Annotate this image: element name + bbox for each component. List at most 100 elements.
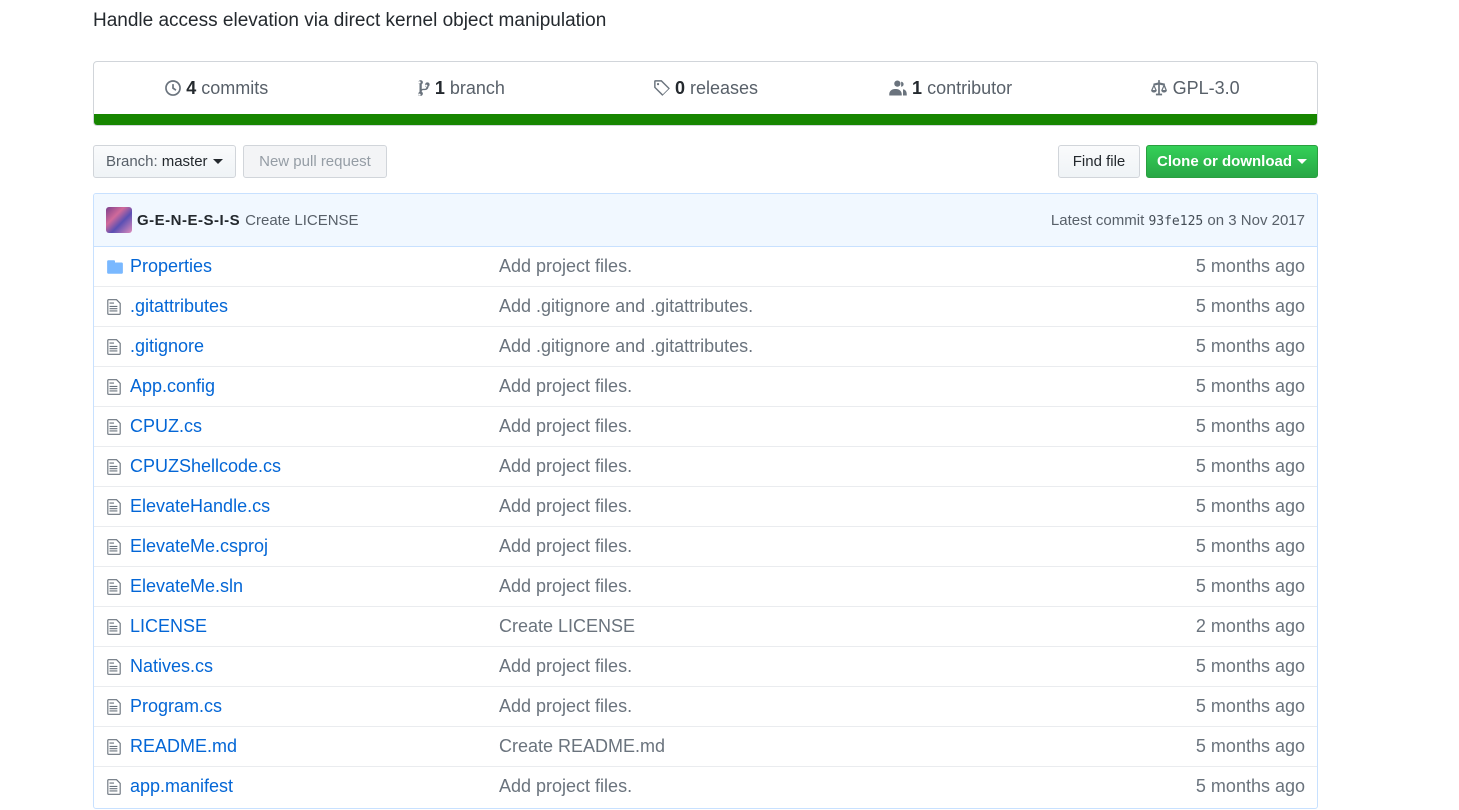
branch-select-label: Branch: bbox=[106, 153, 158, 170]
file-name-link[interactable]: .gitattributes bbox=[130, 296, 228, 317]
commits-count: 4 bbox=[186, 77, 197, 98]
commit-message-link[interactable]: Add project files. bbox=[499, 456, 632, 477]
file-list: G-E-N-E-S-I-S Create LICENSE Latest comm… bbox=[93, 193, 1318, 809]
table-row[interactable]: LICENSE Create LICENSE 2 months ago bbox=[94, 606, 1317, 646]
repo-description: Handle access elevation via direct kerne… bbox=[93, 10, 607, 31]
commit-message-link[interactable]: Add project files. bbox=[499, 576, 632, 597]
contributors-count: 1 bbox=[912, 77, 923, 98]
commit-age: 5 months ago bbox=[1195, 656, 1305, 676]
file-name-link[interactable]: App.config bbox=[130, 376, 215, 397]
license-link[interactable]: GPL-3.0 bbox=[1072, 62, 1317, 114]
new-pull-request-button[interactable]: New pull request bbox=[243, 145, 387, 178]
commit-message-link[interactable]: Add project files. bbox=[499, 536, 632, 557]
table-row[interactable]: README.md Create README.md 5 months ago bbox=[94, 726, 1317, 766]
commit-message[interactable]: Create LICENSE bbox=[245, 212, 358, 229]
avatar[interactable] bbox=[106, 207, 132, 233]
commit-message-link[interactable]: Add .gitignore and .gitattributes. bbox=[499, 296, 753, 317]
table-row[interactable]: ElevateMe.csproj Add project files. 5 mont… bbox=[94, 526, 1317, 566]
commit-message-link[interactable]: Add project files. bbox=[499, 776, 632, 797]
file-name-link[interactable]: Natives.cs bbox=[130, 656, 213, 677]
latest-commit-info: Latest commit 93fe125 on 3 Nov 2017 bbox=[1051, 212, 1305, 229]
commit-age: 5 months ago bbox=[1195, 296, 1305, 316]
clone-download-button[interactable]: Clone or download bbox=[1146, 145, 1318, 178]
table-row[interactable]: Program.cs Add project files. 5 months ago bbox=[94, 686, 1317, 726]
commit-message-link[interactable]: Add project files. bbox=[499, 256, 632, 277]
commit-message-link[interactable]: Add project files. bbox=[499, 496, 632, 517]
commit-age: 5 months ago bbox=[1195, 376, 1305, 396]
latest-commit-bar: G-E-N-E-S-I-S Create LICENSE Latest comm… bbox=[94, 194, 1317, 247]
file-name-link[interactable]: Properties bbox=[130, 256, 212, 277]
branches-link[interactable]: 1 branch bbox=[339, 62, 584, 114]
releases-count: 0 bbox=[674, 77, 685, 98]
branches-count: 1 bbox=[434, 77, 445, 98]
clone-download-label: Clone or download bbox=[1157, 153, 1292, 170]
table-row[interactable]: Properties Add project files. 5 months ago bbox=[94, 247, 1317, 286]
file-name-link[interactable]: ElevateMe.csproj bbox=[130, 536, 268, 557]
commit-age: 5 months ago bbox=[1195, 696, 1305, 716]
file-icon bbox=[106, 738, 124, 756]
commit-message-link[interactable]: Add project files. bbox=[499, 376, 632, 397]
law-icon bbox=[1150, 80, 1167, 96]
table-row[interactable]: ElevateMe.sln Add project files. 5 months … bbox=[94, 566, 1317, 606]
file-name-link[interactable]: Program.cs bbox=[130, 696, 222, 717]
commit-message-link[interactable]: Add project files. bbox=[499, 416, 632, 437]
organization-icon bbox=[889, 80, 907, 96]
history-icon bbox=[165, 80, 182, 96]
file-name-link[interactable]: app.manifest bbox=[130, 776, 233, 797]
commit-age: 5 months ago bbox=[1195, 256, 1305, 276]
table-row[interactable]: .gitignore Add .gitignore and .gitattribu… bbox=[94, 326, 1317, 366]
commit-age: 5 months ago bbox=[1195, 456, 1305, 476]
folder-icon bbox=[106, 258, 124, 276]
commit-sha[interactable]: 93fe125 bbox=[1148, 214, 1203, 229]
commit-age: 5 months ago bbox=[1195, 536, 1305, 556]
file-name-link[interactable]: CPUZ.cs bbox=[130, 416, 202, 437]
commit-message-link[interactable]: Add project files. bbox=[499, 696, 632, 717]
file-icon bbox=[106, 538, 124, 556]
file-icon bbox=[106, 338, 124, 356]
commit-age: 5 months ago bbox=[1195, 736, 1305, 756]
table-row[interactable]: app.manifest Add project files. 5 months a… bbox=[94, 766, 1317, 806]
commit-age: 2 months ago bbox=[1195, 616, 1305, 636]
branches-label: branch bbox=[449, 77, 505, 98]
commit-message-link[interactable]: Add .gitignore and .gitattributes. bbox=[499, 336, 753, 357]
branch-select-button[interactable]: Branch: master bbox=[93, 145, 236, 178]
file-name-link[interactable]: CPUZShellcode.cs bbox=[130, 456, 281, 477]
file-icon bbox=[106, 578, 124, 596]
table-row[interactable]: App.config Add project files. 5 months ago bbox=[94, 366, 1317, 406]
file-name-link[interactable]: LICENSE bbox=[130, 616, 207, 637]
file-name-link[interactable]: ElevateMe.sln bbox=[130, 576, 243, 597]
file-icon bbox=[106, 458, 124, 476]
commit-date: on 3 Nov 2017 bbox=[1207, 211, 1305, 229]
file-icon bbox=[106, 498, 124, 516]
latest-commit-label: Latest commit bbox=[1050, 211, 1145, 229]
file-icon bbox=[106, 378, 124, 396]
commit-age: 5 months ago bbox=[1195, 416, 1305, 436]
table-row[interactable]: Natives.cs Add project files. 5 months ago bbox=[94, 646, 1317, 686]
commit-message-link[interactable]: Create LICENSE bbox=[499, 616, 635, 637]
releases-link[interactable]: 0 releases bbox=[583, 62, 828, 114]
branch-select-value: master bbox=[161, 153, 208, 170]
file-icon bbox=[106, 778, 124, 796]
commit-message-link[interactable]: Create README.md bbox=[499, 736, 665, 757]
tag-icon bbox=[654, 80, 670, 96]
find-file-button[interactable]: Find file bbox=[1058, 145, 1140, 178]
file-icon bbox=[106, 298, 124, 316]
commits-link[interactable]: 4 commits bbox=[94, 62, 339, 114]
table-row[interactable]: ElevateHandle.cs Add project files. 5 mont… bbox=[94, 486, 1317, 526]
commit-age: 5 months ago bbox=[1195, 776, 1305, 796]
language-bar[interactable] bbox=[94, 114, 1317, 125]
file-icon bbox=[106, 658, 124, 676]
commit-author[interactable]: G-E-N-E-S-I-S bbox=[137, 212, 240, 229]
numbers-summary: 4 commits 1 branch 0 releases 1 contribu… bbox=[93, 61, 1318, 126]
commits-label: commits bbox=[201, 77, 269, 98]
table-row[interactable]: CPUZ.cs Add project files. 5 months ago bbox=[94, 406, 1317, 446]
file-name-link[interactable]: README.md bbox=[130, 736, 237, 757]
table-row[interactable]: .gitattributes Add .gitignore and .gitatt… bbox=[94, 286, 1317, 326]
file-name-link[interactable]: ElevateHandle.cs bbox=[130, 496, 270, 517]
contributors-label: contributor bbox=[927, 77, 1013, 98]
commit-message-link[interactable]: Add project files. bbox=[499, 656, 632, 677]
chevron-down-icon bbox=[212, 159, 223, 164]
contributors-link[interactable]: 1 contributor bbox=[828, 62, 1073, 114]
table-row[interactable]: CPUZShellcode.cs Add project files. 5 mont… bbox=[94, 446, 1317, 486]
file-name-link[interactable]: .gitignore bbox=[130, 336, 204, 357]
